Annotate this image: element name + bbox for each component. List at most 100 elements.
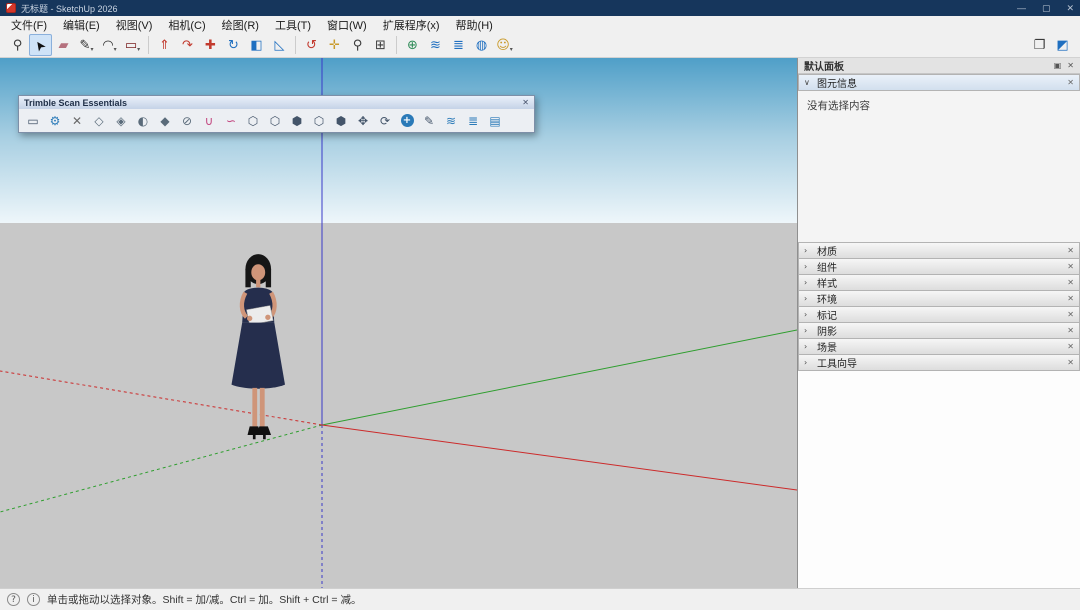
magnet-select-icon: ∪	[204, 113, 214, 128]
add-location-button[interactable]: ⊕	[401, 34, 424, 56]
rotate-tool-button[interactable]: ↻	[222, 34, 245, 56]
help-circle-icon[interactable]: ?	[7, 593, 20, 606]
pointcloud-half-button[interactable]: ◐	[132, 111, 154, 131]
close-icon[interactable]: ✕	[1067, 358, 1074, 367]
cloud-compare-button[interactable]: ≋	[440, 111, 462, 131]
hexagon-box-button[interactable]: ⬢	[286, 111, 308, 131]
close-icon[interactable]: ✕	[1067, 262, 1074, 271]
menu-view[interactable]: 视图(V)	[108, 16, 161, 34]
pushpull-tool-button[interactable]: ⇑	[153, 34, 176, 56]
section-entity-info[interactable]: ∨ 图元信息 ✕	[798, 74, 1080, 91]
maximize-button[interactable]: ▢	[1042, 0, 1051, 16]
menu-draw[interactable]: 绘图(R)	[214, 16, 267, 34]
zoom-extents-button[interactable]: ⊞	[369, 34, 392, 56]
scan-window-button[interactable]: ▭	[22, 111, 44, 131]
section-instructor[interactable]: › 工具向导 ✕	[798, 354, 1080, 371]
dropdown-caret-icon[interactable]: ▾	[137, 46, 140, 55]
rectangle-tool-button[interactable]: ▭ ▾	[121, 34, 144, 56]
section-components[interactable]: › 组件 ✕	[798, 258, 1080, 275]
zoom-tool-button[interactable]: ⚲	[346, 34, 369, 56]
menu-file[interactable]: 文件(F)	[3, 16, 55, 34]
add-point-button[interactable]: +	[396, 111, 418, 131]
draw-edge-button[interactable]: ✎	[418, 111, 440, 131]
dropdown-caret-icon[interactable]: ▾	[114, 46, 117, 55]
paint-bucket-button[interactable]: ◧	[245, 34, 268, 56]
tray-title: 默认面板	[804, 62, 844, 73]
axes-tool-button[interactable]: ◺	[268, 34, 291, 56]
close-icon[interactable]: ✕	[1067, 326, 1074, 335]
search-button[interactable]: ⚲	[6, 34, 29, 56]
arc-tool-icon: ◠	[102, 37, 114, 53]
trimble-connect-button[interactable]: ◍	[470, 34, 493, 56]
followme-tool-button[interactable]: ↷	[176, 34, 199, 56]
pointcloud-full-button[interactable]: ◆	[154, 111, 176, 131]
cloud-stack-button[interactable]: ▤	[484, 111, 506, 131]
scan-clear-button[interactable]: ✕	[66, 111, 88, 131]
info-circle-icon[interactable]: i	[27, 593, 40, 606]
section-shadows[interactable]: › 阴影 ✕	[798, 322, 1080, 339]
menu-tools[interactable]: 工具(T)	[267, 16, 319, 34]
person-figure[interactable]	[231, 254, 285, 440]
pointcloud-quarter-button[interactable]: ◈	[110, 111, 132, 131]
orbit-tool-button[interactable]: ↺	[300, 34, 323, 56]
help-menu-icon: ☺	[496, 37, 510, 53]
select-tool-button[interactable]: ➤	[29, 34, 52, 56]
pointcloud-light-button[interactable]: ◇	[88, 111, 110, 131]
pointcloud-full-icon: ◆	[160, 113, 170, 128]
close-icon[interactable]: ✕	[1067, 342, 1074, 351]
green-axis-dashed	[0, 424, 323, 513]
menu-camera[interactable]: 相机(C)	[160, 16, 213, 34]
extension-warehouse-button[interactable]: ≣	[447, 34, 470, 56]
cloud-layers-button[interactable]: ≣	[462, 111, 484, 131]
model-cube-button[interactable]: ◩	[1051, 34, 1074, 56]
scan-settings-button[interactable]: ⚙	[44, 111, 66, 131]
document-panel-button[interactable]: ❐	[1028, 34, 1051, 56]
dropdown-caret-icon[interactable]: ▾	[510, 46, 513, 55]
section-scenes[interactable]: › 场景 ✕	[798, 338, 1080, 355]
model-viewport[interactable]: Trimble Scan Essentials ✕ ▭ ⚙ ✕ ◇ ◈ ◐ ◆ ⊘ ∪ ∽ ⬡ ⬡ ⬢ ⬡…	[0, 58, 797, 588]
section-tags[interactable]: › 标记 ✕	[798, 306, 1080, 323]
help-menu-button[interactable]: ☺ ▾	[493, 34, 516, 56]
section-styles[interactable]: › 样式 ✕	[798, 274, 1080, 291]
lasso-select-button[interactable]: ∽	[220, 111, 242, 131]
entity-info-empty-text: 没有选择内容	[807, 100, 870, 112]
line-tool-button[interactable]: ✎ ▾	[75, 34, 98, 56]
menu-edit[interactable]: 编辑(E)	[55, 16, 108, 34]
close-icon[interactable]: ✕	[1067, 294, 1074, 303]
hexagon-region-button[interactable]: ⬡	[264, 111, 286, 131]
hexagon-clip-button[interactable]: ⬡	[308, 111, 330, 131]
close-icon[interactable]: ✕	[1067, 246, 1074, 255]
close-icon[interactable]: ✕	[1067, 278, 1074, 287]
hexagon-cloud-button[interactable]: ⬡	[242, 111, 264, 131]
tray-close-icon[interactable]: ✕	[1067, 61, 1074, 70]
scan-toolbar-icons: ▭ ⚙ ✕ ◇ ◈ ◐ ◆ ⊘ ∪ ∽ ⬡ ⬡ ⬢ ⬡ ⬢ ✥ ⟳ + ✎ ≋ ≣ ▤	[19, 109, 534, 132]
magnet-select-button[interactable]: ∪	[198, 111, 220, 131]
section-environments[interactable]: › 环境 ✕	[798, 290, 1080, 307]
move-tool-button[interactable]: ✚	[199, 34, 222, 56]
person-leg-right	[259, 387, 265, 427]
points-rotate-button[interactable]: ⟳	[374, 111, 396, 131]
minimize-button[interactable]: —	[1017, 0, 1026, 16]
hexagon-edit-button[interactable]: ⬢	[330, 111, 352, 131]
menu-extensions[interactable]: 扩展程序(x)	[375, 16, 448, 34]
arc-tool-button[interactable]: ◠ ▾	[98, 34, 121, 56]
close-button[interactable]: ✕	[1066, 0, 1074, 16]
pan-tool-button[interactable]: ✛	[323, 34, 346, 56]
close-icon[interactable]: ✕	[522, 98, 529, 107]
menu-window[interactable]: 窗口(W)	[319, 16, 375, 34]
close-icon[interactable]: ✕	[1067, 310, 1074, 319]
pointcloud-off-button[interactable]: ⊘	[176, 111, 198, 131]
eraser-tool-button[interactable]: ▰	[52, 34, 75, 56]
tray-menu-icon[interactable]: ▣	[1054, 61, 1062, 70]
section-materials[interactable]: › 材质 ✕	[798, 242, 1080, 259]
warehouse-button[interactable]: ≋	[424, 34, 447, 56]
scan-toolbar-titlebar[interactable]: Trimble Scan Essentials ✕	[19, 96, 534, 109]
scan-toolbar-title: Trimble Scan Essentials	[24, 97, 128, 108]
points-move-button[interactable]: ✥	[352, 111, 374, 131]
scan-essentials-toolbar[interactable]: Trimble Scan Essentials ✕ ▭ ⚙ ✕ ◇ ◈ ◐ ◆ ⊘ ∪ ∽ ⬡ ⬡ ⬢ ⬡…	[18, 95, 535, 133]
close-icon[interactable]: ✕	[1067, 78, 1074, 87]
menu-help[interactable]: 帮助(H)	[448, 16, 501, 34]
dropdown-caret-icon[interactable]: ▾	[90, 46, 93, 55]
tray-header[interactable]: 默认面板 ▣ ✕	[798, 58, 1080, 74]
person-face	[251, 264, 266, 281]
